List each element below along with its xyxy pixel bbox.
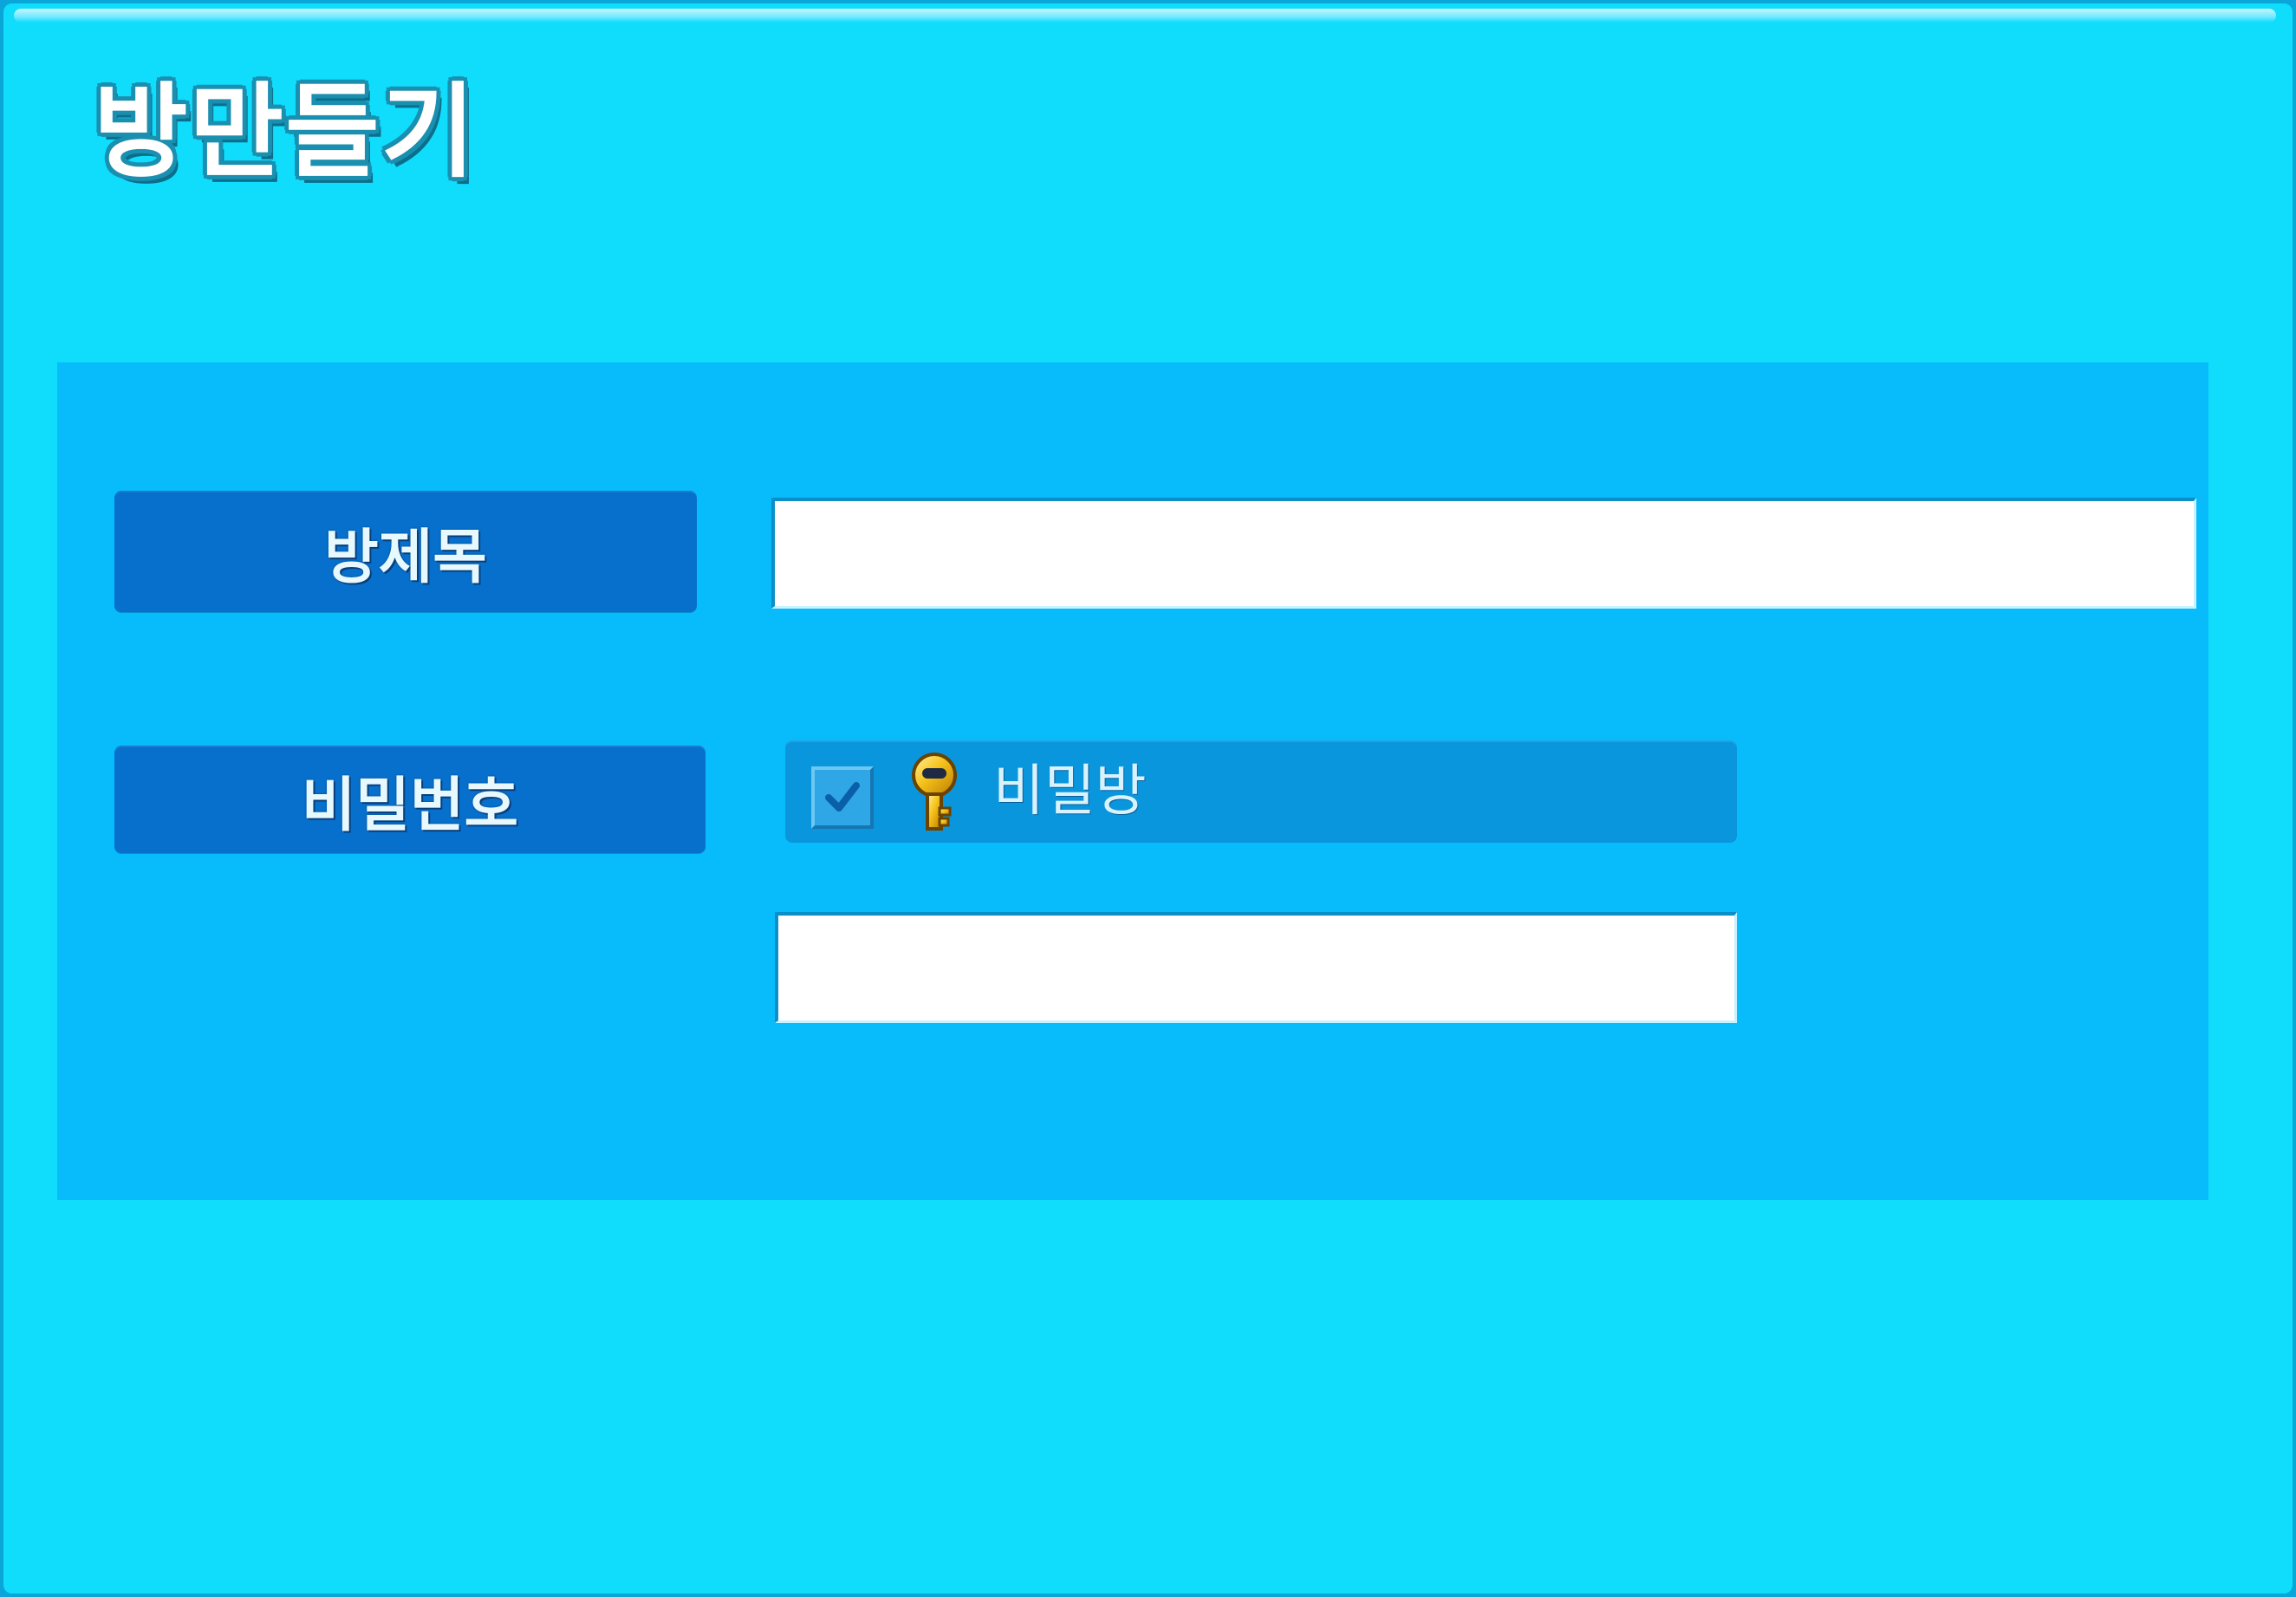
- dialog-title: 방만들기: [94, 72, 478, 192]
- room-title-input[interactable]: [771, 498, 2196, 609]
- room-title-label: 방제목: [114, 491, 697, 612]
- secret-room-label: 비밀방: [993, 759, 1147, 824]
- secret-room-checkbox[interactable]: [811, 766, 874, 829]
- checkmark-icon: [825, 782, 860, 812]
- title-bar-highlight: [14, 9, 2276, 23]
- secret-room-option[interactable]: 비밀방: [785, 740, 1737, 843]
- create-room-dialog: 방만들기 방제목 비밀번호 비밀방: [0, 0, 2296, 1597]
- key-icon: [912, 753, 957, 831]
- password-input[interactable]: [775, 912, 1737, 1023]
- password-label: 비밀번호: [114, 746, 706, 853]
